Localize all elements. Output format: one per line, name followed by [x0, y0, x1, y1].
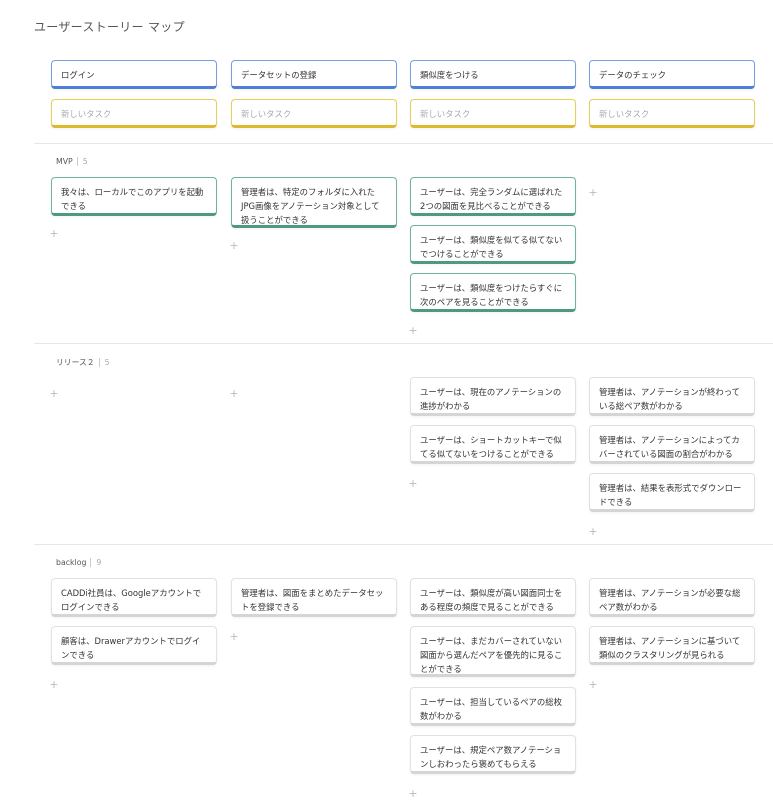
add-story-icon[interactable]: + — [588, 525, 598, 538]
add-story-icon[interactable]: + — [229, 387, 239, 400]
story-card[interactable]: ユーザーは、まだカバーされていない図面から選んだペアを優先的に見ることができる — [410, 626, 576, 677]
story-card[interactable]: 管理者は、図面をまとめたデータセットを登録できる — [231, 578, 397, 617]
story-card[interactable]: 我々は、ローカルでこのアプリを起動できる — [51, 177, 217, 216]
add-story-icon[interactable]: + — [49, 678, 59, 691]
story-card[interactable]: 管理者は、アノテーションが終わっている総ペア数がわかる — [589, 377, 755, 416]
release-count: 5 — [76, 157, 88, 166]
new-task-card[interactable]: 新しいタスク — [51, 99, 217, 128]
release-count: 9 — [90, 558, 102, 567]
story-card[interactable]: 顧客は、Drawerアカウントでログインできる — [51, 626, 217, 665]
story-card[interactable]: CADDi社員は、Googleアカウントでログインできる — [51, 578, 217, 617]
story-card[interactable]: ユーザーは、完全ランダムに選ばれた2つの図面を見比べることができる — [410, 177, 576, 216]
story-card[interactable]: ユーザーは、規定ペア数アノテーションしおわったら褒めてもらえる — [410, 735, 576, 774]
story-card[interactable]: ユーザーは、ショートカットキーで似てる似てないをつけることができる — [410, 425, 576, 464]
release-divider — [34, 143, 773, 144]
add-story-icon[interactable]: + — [229, 630, 239, 643]
release-header[interactable]: MVP 5 — [56, 157, 88, 166]
add-story-icon[interactable]: + — [408, 787, 418, 800]
release-name: リリース２ — [56, 358, 95, 367]
add-story-icon[interactable]: + — [49, 227, 59, 240]
story-card[interactable]: 管理者は、アノテーションに基づいて類似のクラスタリングが見られる — [589, 626, 755, 665]
epic-card[interactable]: ログイン — [51, 60, 217, 89]
epic-card[interactable]: データセットの登録 — [231, 60, 397, 89]
new-task-card[interactable]: 新しいタスク — [231, 99, 397, 128]
story-card[interactable]: ユーザーは、現在のアノテーションの進捗がわかる — [410, 377, 576, 416]
story-card[interactable]: ユーザーは、類似度を似てる似てないでつけることができる — [410, 225, 576, 264]
story-card[interactable]: 管理者は、特定のフォルダに入れたJPG画像をアノテーション対象として扱うことがで… — [231, 177, 397, 228]
release-count: 5 — [98, 358, 110, 367]
page-title: ユーザーストーリー マップ — [34, 20, 185, 34]
story-card[interactable]: ユーザーは、類似度が高い図面同士をある程度の頻度で見ることができる — [410, 578, 576, 617]
add-story-icon[interactable]: + — [588, 678, 598, 691]
add-story-icon[interactable]: + — [408, 324, 418, 337]
story-card[interactable]: 管理者は、結果を表形式でダウンロードできる — [589, 473, 755, 512]
add-story-icon[interactable]: + — [408, 477, 418, 490]
add-story-icon[interactable]: + — [588, 186, 598, 199]
story-card[interactable]: 管理者は、アノテーションによってカバーされている図面の割合がわかる — [589, 425, 755, 464]
epic-card[interactable]: 類似度をつける — [410, 60, 576, 89]
new-task-card[interactable]: 新しいタスク — [410, 99, 576, 128]
add-story-icon[interactable]: + — [229, 239, 239, 252]
story-card[interactable]: 管理者は、アノテーションが必要な総ペア数がわかる — [589, 578, 755, 617]
release-divider — [34, 343, 773, 344]
release-header[interactable]: backlog 9 — [56, 558, 102, 567]
release-divider — [34, 544, 773, 545]
story-card[interactable]: ユーザーは、担当しているペアの総枚数がわかる — [410, 687, 576, 726]
add-story-icon[interactable]: + — [49, 387, 59, 400]
new-task-card[interactable]: 新しいタスク — [589, 99, 755, 128]
release-header[interactable]: リリース２ 5 — [56, 357, 110, 368]
release-name: MVP — [56, 157, 73, 166]
epic-card[interactable]: データのチェック — [589, 60, 755, 89]
release-name: backlog — [56, 558, 87, 567]
story-card[interactable]: ユーザーは、類似度をつけたらすぐに次のペアを見ることができる — [410, 273, 576, 312]
